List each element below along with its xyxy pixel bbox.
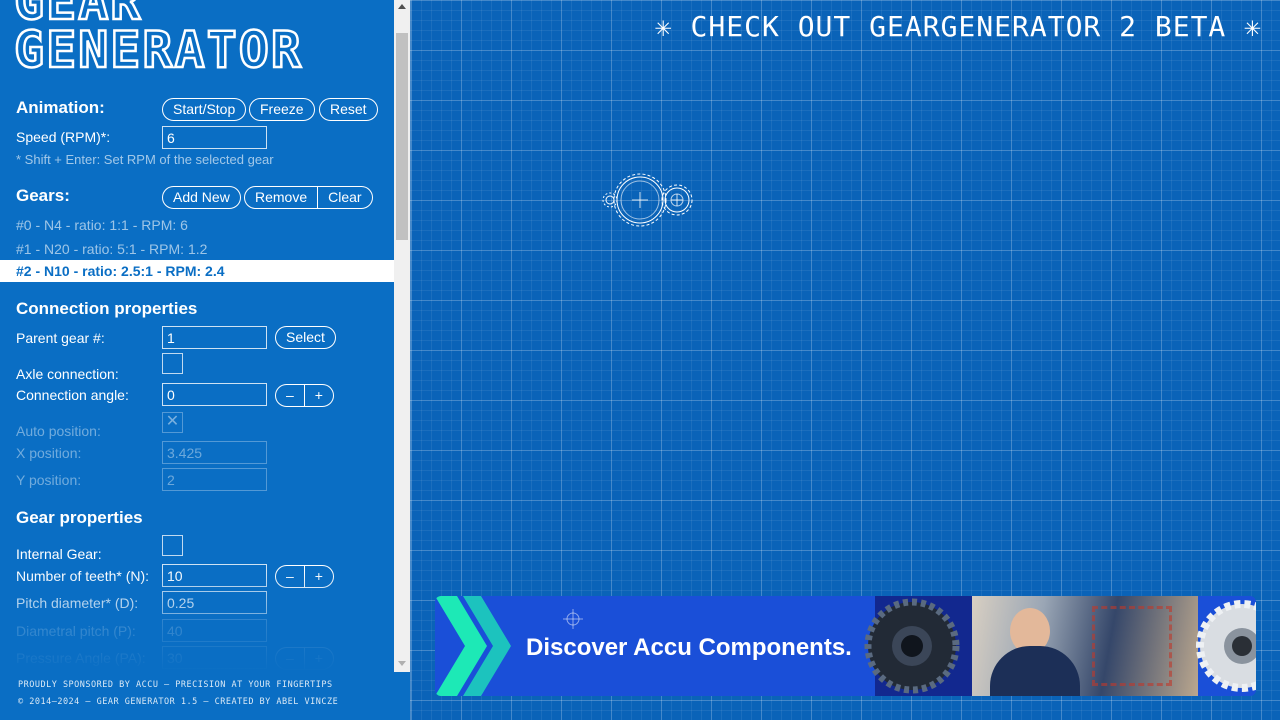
beta-promo-link[interactable]: ✳ CHECK OUT GEARGENERATOR 2 BETA ✳	[655, 10, 1262, 43]
panel-scrollbar[interactable]	[394, 0, 410, 672]
pressure-increment-button[interactable]: +	[303, 648, 333, 669]
angle-decrement-button[interactable]: –	[276, 385, 304, 406]
speed-rpm-input[interactable]	[162, 126, 267, 149]
pressure-angle-stepper: – +	[275, 647, 334, 670]
clear-gears-button[interactable]: Clear	[317, 187, 371, 208]
pitch-diameter-input[interactable]	[162, 591, 267, 614]
ad-headline: Discover Accu Components.	[526, 634, 852, 661]
speed-hint: * Shift + Enter: Set RPM of the selected…	[16, 152, 274, 167]
x-position-label: X position:	[16, 445, 82, 461]
gear-product-icon	[864, 598, 960, 694]
angle-increment-button[interactable]: +	[303, 385, 333, 406]
axle-connection-label: Axle connection:	[16, 366, 119, 382]
gear-list-item-0[interactable]: #0 - N4 - ratio: 1:1 - RPM: 6	[0, 214, 394, 236]
freeze-button[interactable]: Freeze	[249, 98, 315, 121]
axle-connection-checkbox[interactable]	[162, 353, 183, 374]
gear-drawing[interactable]	[596, 166, 706, 236]
gear-list-actions: Remove Clear	[244, 186, 373, 209]
parent-gear-label: Parent gear #:	[16, 330, 105, 346]
teeth-count-stepper: – +	[275, 565, 334, 588]
y-position-input[interactable]	[162, 468, 267, 491]
panel-divider	[410, 0, 411, 720]
pressure-angle-label: Pressure Angle (PA):	[16, 650, 146, 666]
gear-list-item-2[interactable]: #2 - N10 - ratio: 2.5:1 - RPM: 2.4	[0, 260, 394, 282]
scroll-down-icon[interactable]	[398, 661, 406, 666]
teeth-decrement-button[interactable]: –	[276, 566, 304, 587]
connection-angle-label: Connection angle:	[16, 387, 129, 403]
y-position-label: Y position:	[16, 472, 82, 488]
auto-position-checkbox[interactable]: ✕	[162, 412, 183, 433]
sponsor-ad-banner[interactable]: Discover Accu Components.	[435, 596, 1256, 696]
crosshair-icon	[563, 609, 583, 629]
internal-gear-checkbox[interactable]	[162, 535, 183, 556]
diametral-pitch-label: Diametral pitch (P):	[16, 623, 136, 639]
copyright-line: © 2014–2024 – GEAR GENERATOR 1.5 – CREAT…	[18, 697, 339, 707]
panel-footer: PROUDLY SPONSORED BY ACCU – PRECISION AT…	[0, 672, 410, 720]
diametral-pitch-input[interactable]	[162, 619, 267, 642]
internal-gear-label: Internal Gear:	[16, 546, 102, 562]
connection-angle-stepper: – +	[275, 384, 334, 407]
pressure-decrement-button[interactable]: –	[276, 648, 304, 669]
photo-robot	[1092, 606, 1172, 686]
sponsor-line: PROUDLY SPONSORED BY ACCU – PRECISION AT…	[18, 680, 333, 690]
animation-heading: Animation:	[16, 98, 105, 117]
gear-properties-heading: Gear properties	[16, 508, 143, 527]
pitch-diameter-label: Pitch diameter* (D):	[16, 595, 139, 611]
silver-gear-icon	[1196, 600, 1256, 692]
teeth-increment-button[interactable]: +	[303, 566, 333, 587]
parent-gear-input[interactable]	[162, 326, 267, 349]
scroll-up-icon[interactable]	[398, 4, 406, 9]
photo-body	[990, 646, 1080, 696]
remove-gear-button[interactable]: Remove	[245, 187, 317, 208]
connection-heading: Connection properties	[16, 299, 198, 318]
logo-line-2: GENERATOR	[13, 21, 303, 79]
speed-label: Speed (RPM)*:	[16, 129, 111, 145]
connection-angle-input[interactable]	[162, 383, 267, 406]
start-stop-button[interactable]: Start/Stop	[162, 98, 247, 121]
auto-position-label: Auto position:	[16, 423, 101, 439]
x-position-input[interactable]	[162, 441, 267, 464]
pressure-angle-input[interactable]	[162, 646, 267, 669]
teeth-count-label: Number of teeth* (N):	[16, 568, 150, 584]
gears-heading: Gears:	[16, 186, 70, 205]
select-parent-button[interactable]: Select	[275, 326, 336, 349]
app-logo: GEAR GENERATOR	[13, 0, 303, 79]
reset-button[interactable]: Reset	[319, 98, 378, 121]
control-panel: GEAR GENERATOR Animation: Start/Stop Fre…	[0, 0, 394, 720]
gear-list-item-1[interactable]: #1 - N20 - ratio: 5:1 - RPM: 1.2	[0, 238, 394, 260]
add-gear-button[interactable]: Add New	[162, 186, 241, 209]
engineer-photo	[972, 596, 1198, 696]
chevron-logo-icon	[435, 596, 511, 696]
gear-0-icon[interactable]	[602, 192, 618, 208]
gear-1-icon[interactable]	[613, 173, 667, 227]
teeth-count-input[interactable]	[162, 564, 267, 587]
scrollbar-thumb[interactable]	[396, 33, 408, 240]
